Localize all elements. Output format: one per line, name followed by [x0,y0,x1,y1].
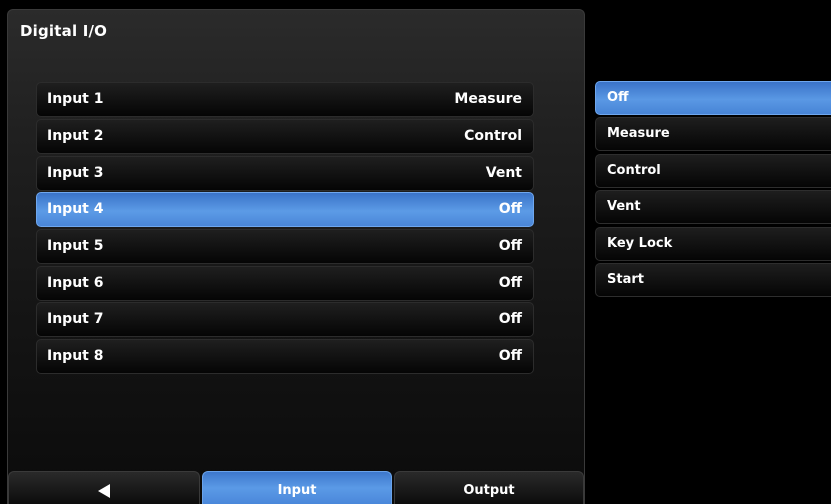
option-start[interactable]: Start [595,263,831,297]
input-label: Input 6 [47,275,104,291]
input-value: Measure [454,91,522,107]
tab-output-label: Output [463,483,515,498]
option-label: Vent [607,199,641,214]
tab-input-label: Input [277,483,317,498]
input-label: Input 7 [47,311,104,327]
option-label: Control [607,163,661,178]
input-label: Input 5 [47,238,104,254]
input-value: Vent [485,165,522,181]
option-label: Start [607,272,644,287]
main-panel: Digital I/O Input 1 Measure Input 2 Cont… [7,9,585,504]
input-value: Off [498,238,522,254]
input-label: Input 1 [47,91,104,107]
input-row-4[interactable]: Input 4 Off [36,192,534,227]
tab-output[interactable]: Output [394,471,584,504]
input-row-1[interactable]: Input 1 Measure [36,82,534,117]
input-value: Off [498,275,522,291]
option-label: Key Lock [607,236,673,251]
input-label: Input 2 [47,128,104,144]
option-label: Off [607,90,629,105]
input-row-7[interactable]: Input 7 Off [36,302,534,337]
input-label: Input 4 [47,201,104,217]
back-button[interactable] [8,471,200,504]
option-off[interactable]: Off [595,81,831,115]
input-row-2[interactable]: Input 2 Control [36,119,534,154]
back-arrow-icon [98,484,110,498]
screen: Digital I/O Input 1 Measure Input 2 Cont… [0,0,831,504]
input-row-8[interactable]: Input 8 Off [36,339,534,374]
option-measure[interactable]: Measure [595,117,831,151]
page-title: Digital I/O [20,22,108,40]
input-row-3[interactable]: Input 3 Vent [36,156,534,191]
input-value: Control [464,128,522,144]
option-vent[interactable]: Vent [595,190,831,224]
input-label: Input 8 [47,348,104,364]
option-control[interactable]: Control [595,154,831,188]
input-row-5[interactable]: Input 5 Off [36,229,534,264]
option-label: Measure [607,126,670,141]
input-label: Input 3 [47,165,104,181]
option-key-lock[interactable]: Key Lock [595,227,831,261]
tab-input[interactable]: Input [202,471,392,504]
input-value: Off [498,348,522,364]
input-value: Off [498,311,522,327]
input-row-6[interactable]: Input 6 Off [36,266,534,301]
input-value: Off [498,201,522,217]
